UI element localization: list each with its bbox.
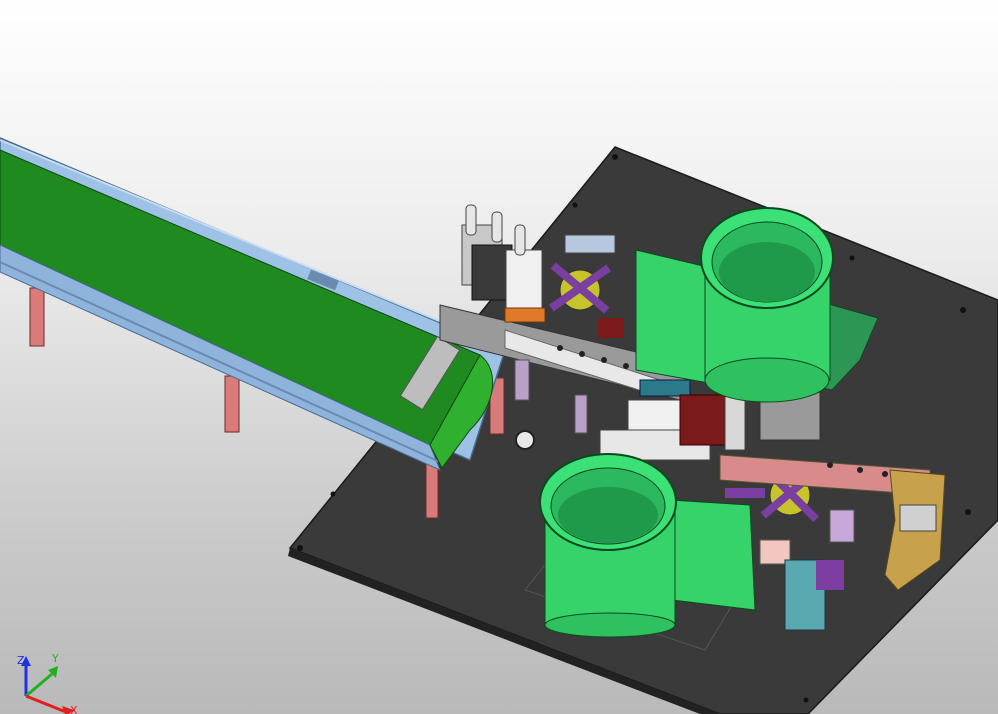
assembly-3d-view[interactable] [0,0,998,714]
belt-conveyor[interactable] [0,137,506,471]
cad-viewport[interactable]: Z Y X [0,0,998,714]
x-axis-label: X [70,704,78,714]
y-axis-arrow [25,672,53,698]
x-axis-arrow [25,694,67,714]
y-axis-label: Y [51,652,59,665]
coordinate-triad: Z Y X [17,652,78,714]
z-axis-label: Z [17,654,25,667]
